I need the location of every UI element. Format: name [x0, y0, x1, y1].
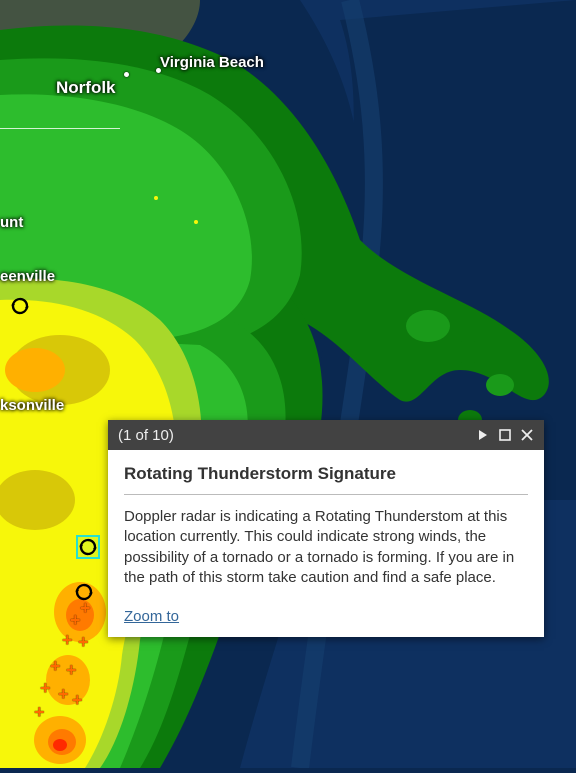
storm-report-marker[interactable]: +: [34, 702, 45, 723]
maximize-icon: [499, 429, 511, 441]
popup-zoom-link[interactable]: Zoom to: [124, 608, 179, 625]
storm-report-marker[interactable]: +: [70, 610, 81, 631]
close-icon: [521, 429, 533, 441]
popup-close-button[interactable]: [516, 424, 538, 446]
info-popup: (1 of 10) Rotating Thunderstorm Signatur…: [108, 420, 544, 637]
popup-body: Rotating Thunderstorm Signature Doppler …: [108, 450, 544, 637]
city-label-virginia-beach: Virginia Beach: [160, 54, 264, 71]
radar-map[interactable]: Norfolk Virginia Beach unt eenville kson…: [0, 0, 576, 768]
rotation-icon: [10, 296, 30, 316]
rotation-marker[interactable]: [8, 294, 32, 318]
city-dot-norfolk: [124, 72, 129, 77]
storm-report-marker[interactable]: +: [78, 632, 89, 653]
popup-maximize-button[interactable]: [494, 424, 516, 446]
rotation-icon: [78, 537, 98, 557]
popup-description: Doppler radar is indicating a Rotating T…: [124, 507, 528, 588]
popup-pager-label: (1 of 10): [118, 427, 472, 444]
rotation-marker-selected[interactable]: [76, 535, 100, 559]
storm-report-marker[interactable]: +: [50, 656, 61, 677]
storm-report-marker[interactable]: +: [62, 630, 73, 651]
popup-title: Rotating Thunderstorm Signature: [124, 464, 528, 495]
popup-next-button[interactable]: [472, 424, 494, 446]
play-icon: [478, 429, 488, 441]
city-label-mount: unt: [0, 214, 23, 231]
road-line: [0, 128, 120, 129]
city-label-jacksonville: ksonville: [0, 397, 64, 414]
storm-report-marker[interactable]: +: [40, 678, 51, 699]
storm-report-marker[interactable]: +: [58, 684, 69, 705]
city-label-greenville: eenville: [0, 268, 55, 285]
storm-report-marker[interactable]: +: [72, 690, 83, 711]
storm-report-marker[interactable]: +: [66, 660, 77, 681]
city-label-norfolk: Norfolk: [56, 78, 116, 98]
popup-header: (1 of 10): [108, 420, 544, 450]
storm-report-marker[interactable]: +: [80, 598, 91, 619]
